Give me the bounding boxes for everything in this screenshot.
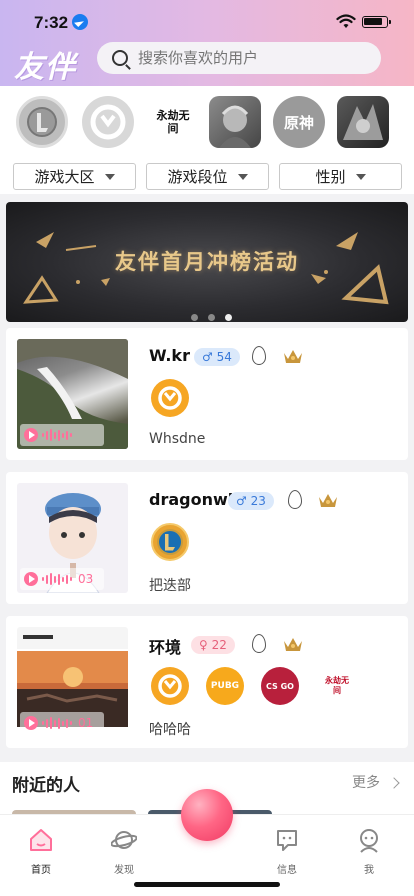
dropdown-arrow-icon bbox=[355, 173, 366, 180]
filter-row: 游戏大区 游戏段位 性别 bbox=[13, 163, 402, 190]
gender-age-badge: ♂ 23 bbox=[228, 492, 274, 510]
search-icon bbox=[112, 50, 128, 66]
search-bar[interactable] bbox=[97, 42, 381, 74]
gender-age-badge: ♂ 54 bbox=[194, 348, 240, 366]
username: 环境 bbox=[149, 638, 182, 657]
waveform-icon bbox=[42, 572, 74, 586]
promo-banner[interactable]: 友伴首月冲榜活动 bbox=[6, 202, 408, 322]
egg-icon bbox=[288, 490, 302, 509]
naraka-icon: 永劫无间 bbox=[318, 667, 356, 705]
region-filter-label: 游戏大区 bbox=[34, 168, 95, 186]
more-link[interactable]: 更多 bbox=[352, 772, 398, 792]
egg-icon bbox=[252, 634, 266, 653]
gender-age-badge: ♀ 22 bbox=[191, 636, 235, 654]
nearby-title: 附近的人 bbox=[12, 776, 80, 796]
tab-home-label: 首页 bbox=[31, 865, 51, 876]
age-value: 23 bbox=[250, 494, 266, 508]
tab-messages-label: 信息 bbox=[277, 865, 297, 876]
play-icon bbox=[24, 572, 38, 586]
location-arrow-icon bbox=[72, 14, 88, 30]
male-symbol: ♂ bbox=[236, 494, 247, 508]
dropdown-arrow-icon bbox=[237, 173, 248, 180]
voice-intro-button[interactable]: 01 bbox=[20, 712, 104, 734]
overwatch-icon[interactable] bbox=[82, 96, 134, 148]
game-selector: 永劫无间 原神 bbox=[16, 96, 398, 152]
pagination-dot-active[interactable] bbox=[225, 314, 232, 321]
play-icon bbox=[24, 716, 38, 730]
app-logo: 友伴 bbox=[14, 50, 76, 85]
voice-duration: 01 bbox=[78, 716, 94, 730]
tab-discover-label: 发现 bbox=[114, 865, 134, 876]
female-symbol: ♀ bbox=[199, 638, 208, 652]
user-photo[interactable]: 01 bbox=[17, 627, 128, 737]
pubg-label: PUBG bbox=[210, 681, 240, 691]
banner-pagination bbox=[191, 306, 242, 322]
dropdown-arrow-icon bbox=[104, 173, 115, 180]
home-icon bbox=[30, 829, 52, 851]
region-filter[interactable]: 游戏大区 bbox=[13, 163, 136, 190]
tab-profile[interactable]: 我 bbox=[341, 823, 397, 876]
pubg-icon: PUBG bbox=[206, 667, 244, 705]
profile-icon bbox=[360, 829, 378, 853]
crown-icon bbox=[284, 350, 302, 363]
overwatch-icon bbox=[151, 667, 189, 705]
overwatch-icon bbox=[151, 379, 189, 417]
gender-filter-label: 性别 bbox=[315, 168, 346, 186]
user-card[interactable]: 03 dragonwl ♂ 23 把迭部 bbox=[6, 472, 408, 604]
hearthstone-icon[interactable] bbox=[209, 96, 261, 148]
male-symbol: ♂ bbox=[202, 350, 213, 364]
genshin-icon[interactable]: 原神 bbox=[273, 96, 325, 148]
dota-icon[interactable] bbox=[337, 96, 389, 148]
tab-profile-label: 我 bbox=[364, 865, 374, 876]
naraka-icon[interactable]: 永劫无间 bbox=[147, 96, 199, 148]
league-of-legends-icon[interactable] bbox=[16, 96, 68, 148]
crown-icon bbox=[319, 494, 337, 507]
center-action-button[interactable] bbox=[181, 789, 233, 841]
pagination-dot[interactable] bbox=[191, 314, 198, 321]
user-bio: 哈哈哈 bbox=[149, 722, 191, 738]
home-indicator bbox=[134, 882, 280, 887]
rank-filter-label: 游戏段位 bbox=[167, 168, 228, 186]
tab-discover[interactable]: 发现 bbox=[96, 823, 152, 876]
user-bio: Whsdne bbox=[149, 431, 206, 447]
search-input[interactable] bbox=[138, 49, 358, 67]
egg-icon bbox=[252, 346, 266, 365]
planet-icon bbox=[111, 831, 137, 849]
age-value: 54 bbox=[216, 350, 232, 364]
csgo-label: CS GO bbox=[266, 681, 294, 691]
status-time: 7:32 bbox=[34, 13, 69, 32]
voice-intro-button[interactable] bbox=[20, 424, 104, 446]
voice-intro-button[interactable]: 03 bbox=[20, 568, 104, 590]
play-icon bbox=[24, 428, 38, 442]
user-bio: 把迭部 bbox=[149, 578, 191, 594]
message-icon bbox=[277, 830, 297, 851]
age-value: 22 bbox=[211, 638, 227, 652]
crown-icon bbox=[284, 638, 302, 651]
banner-title: 友伴首月冲榜活动 bbox=[115, 250, 299, 274]
battery-icon bbox=[362, 16, 391, 28]
waveform-icon bbox=[42, 716, 74, 730]
naraka-label: 永劫无间 bbox=[325, 676, 349, 695]
naraka-label: 永劫无间 bbox=[156, 109, 190, 135]
header-bar: 7:32 友伴 bbox=[0, 0, 414, 86]
status-bar: 7:32 bbox=[0, 0, 414, 44]
user-photo[interactable]: 03 bbox=[17, 483, 128, 593]
league-of-legends-icon bbox=[151, 523, 189, 561]
user-card[interactable]: W.kr ♂ 54 Whsdne bbox=[6, 328, 408, 460]
voice-duration: 03 bbox=[78, 572, 94, 586]
gender-filter[interactable]: 性别 bbox=[279, 163, 402, 190]
username: dragonwl bbox=[149, 490, 234, 509]
tab-home[interactable]: 首页 bbox=[13, 823, 69, 876]
pagination-dot[interactable] bbox=[208, 314, 215, 321]
user-card[interactable]: 01 环境 ♀ 22 PUBG CS GO 永劫无间 哈哈哈 bbox=[6, 616, 408, 748]
csgo-icon: CS GO bbox=[261, 667, 299, 705]
rank-filter[interactable]: 游戏段位 bbox=[146, 163, 269, 190]
wifi-icon bbox=[336, 14, 356, 28]
genshin-label: 原神 bbox=[283, 113, 314, 132]
tab-messages[interactable]: 信息 bbox=[259, 823, 315, 876]
waveform-icon bbox=[42, 428, 74, 442]
username: W.kr bbox=[149, 346, 190, 365]
user-photo[interactable] bbox=[17, 339, 128, 449]
